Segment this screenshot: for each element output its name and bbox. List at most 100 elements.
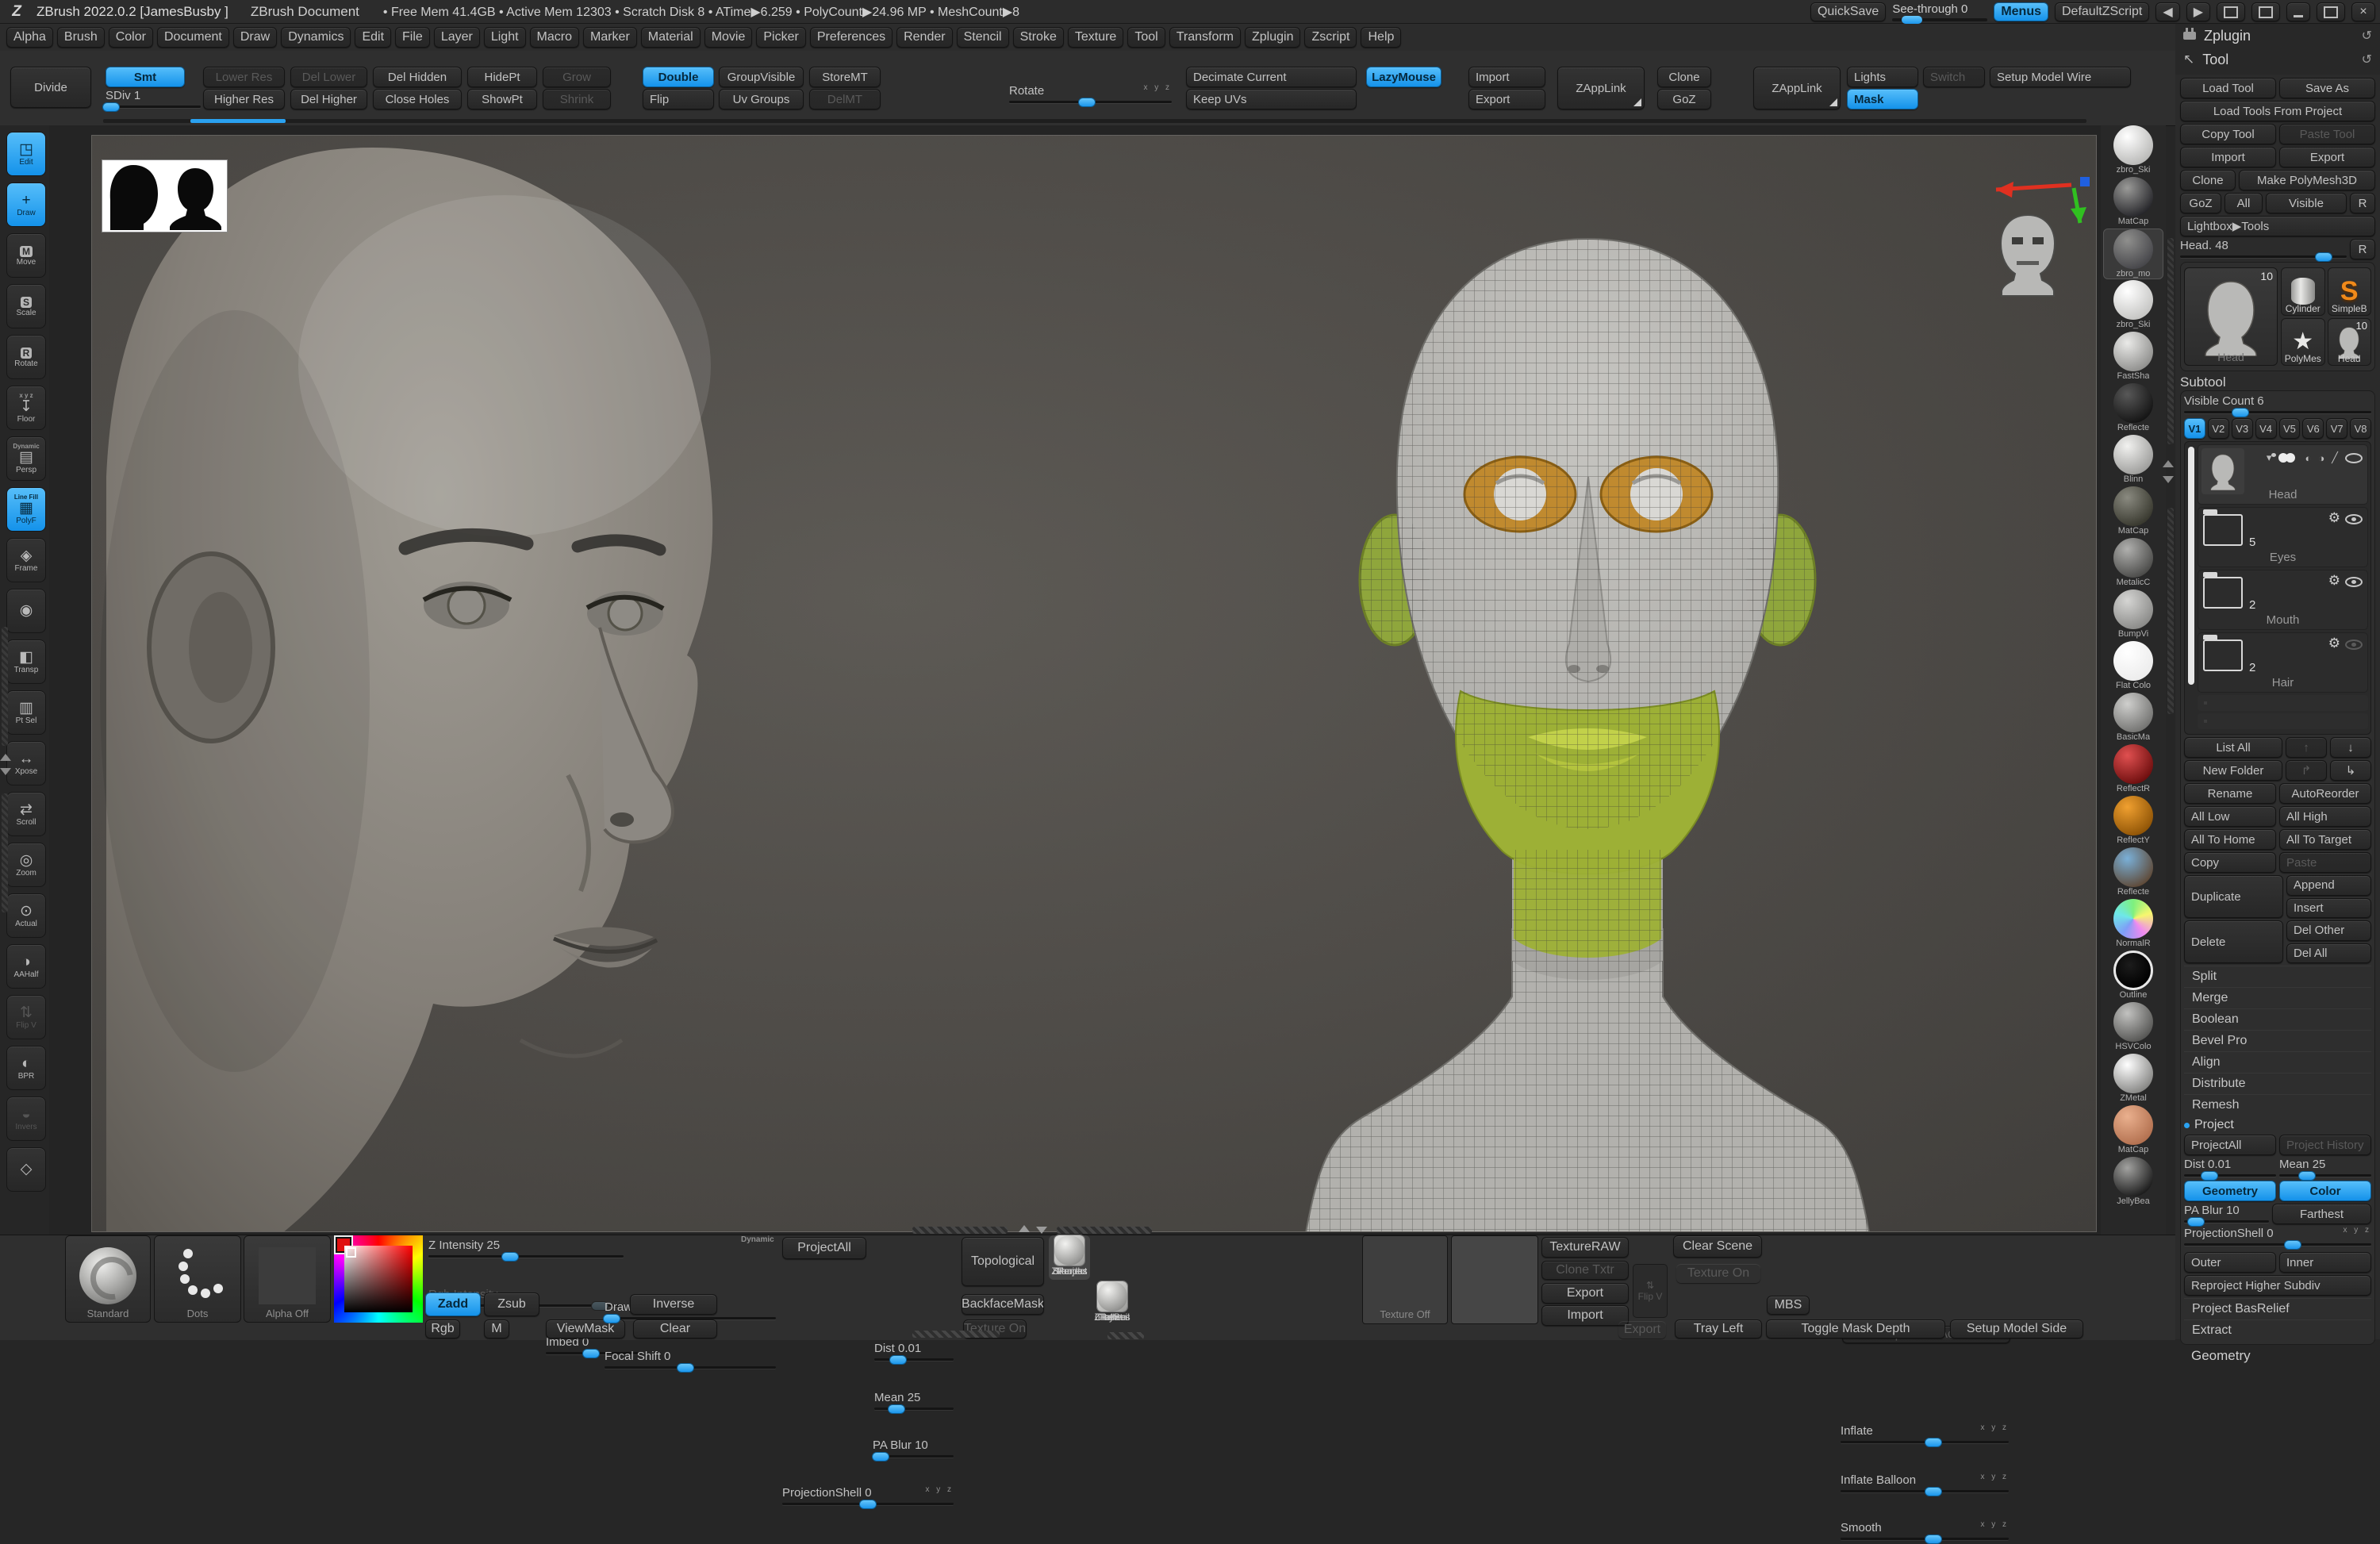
color-picker[interactable]: [334, 1235, 423, 1323]
right-divider-handle[interactable]: [2167, 508, 2174, 714]
paste-subtool-button[interactable]: Paste: [2279, 852, 2371, 873]
material-swatch[interactable]: BumpVi: [2103, 590, 2163, 640]
sdiv-slider[interactable]: SDiv 1: [102, 89, 201, 112]
left-shelf-tool[interactable]: Dynamic ▤ Persp: [6, 436, 46, 481]
left-shelf-tool[interactable]: ◑ AAHalf: [6, 944, 46, 989]
new-folder-button[interactable]: New Folder: [2184, 760, 2282, 781]
all-low-button[interactable]: All Low: [2184, 806, 2276, 827]
gear-icon[interactable]: ⚙: [2328, 510, 2340, 526]
divider-arrow-icon[interactable]: [0, 768, 11, 775]
uv-groups-button[interactable]: Uv Groups: [719, 89, 804, 109]
export-tool-button[interactable]: Export: [2279, 147, 2375, 167]
clone-button[interactable]: Clone: [1657, 67, 1711, 87]
zapplink-button-2[interactable]: ZAppLink: [1753, 67, 1841, 109]
menu-item[interactable]: Transform: [1169, 27, 1241, 48]
mask-toggle[interactable]: Mask: [1847, 89, 1918, 109]
import-button[interactable]: Import: [1468, 67, 1545, 87]
subtool-collapsed-section[interactable]: Merge: [2184, 987, 2371, 1008]
current-tool-thumbnail[interactable]: 10 Head: [2184, 267, 2278, 366]
zapplink-button[interactable]: ZAppLink: [1557, 67, 1645, 109]
material-swatch[interactable]: zbro_Ski: [2103, 280, 2163, 331]
menu-item[interactable]: Color: [108, 27, 153, 48]
decimate-current-button[interactable]: Decimate Current: [1186, 67, 1357, 87]
all-high-button[interactable]: All High: [2279, 806, 2371, 827]
recent-tool-thumbnail[interactable]: S ★ PolyMes: [2281, 317, 2325, 366]
material-swatch[interactable]: BasicMa: [2103, 693, 2163, 743]
reset-icon[interactable]: ↺: [2362, 28, 2372, 44]
menu-item[interactable]: Marker: [583, 27, 637, 48]
menus-toggle-button[interactable]: Menus: [1994, 2, 2048, 21]
export-disabled-button[interactable]: Export: [1618, 1321, 1666, 1339]
del-all-button[interactable]: Del All: [2286, 943, 2371, 963]
del-other-button[interactable]: Del Other: [2286, 920, 2371, 941]
material-swatch[interactable]: MatCap: [2103, 177, 2163, 228]
material-swatch[interactable]: MatCap: [2103, 1105, 2163, 1156]
gear-icon[interactable]: ⚙: [2328, 636, 2340, 651]
scroll-up-icon[interactable]: [1019, 1225, 1030, 1232]
zplugin-palette-header[interactable]: Zplugin ↺: [2175, 24, 2380, 48]
goz-visible-button[interactable]: Visible: [2266, 193, 2347, 213]
project-basrelief-row[interactable]: Project BasRelief: [2184, 1298, 2371, 1319]
menu-item[interactable]: Layer: [433, 27, 480, 48]
canvas-hscrollbar[interactable]: [912, 1227, 1008, 1234]
subtool-view-tab[interactable]: V4: [2255, 418, 2277, 439]
close-button[interactable]: ×: [2351, 2, 2375, 21]
copy-tool-button[interactable]: Copy Tool: [2180, 124, 2276, 144]
left-shelf-tool[interactable]: ◒ Invers: [6, 1097, 46, 1141]
material-swatch[interactable]: HSVColo: [2103, 1002, 2163, 1053]
see-through-slider[interactable]: See-through 0: [1892, 2, 1988, 24]
menu-item[interactable]: Zscript: [1304, 27, 1357, 48]
paste-tool-button[interactable]: Paste Tool: [2279, 124, 2375, 144]
scroll-down-icon[interactable]: [1036, 1227, 1047, 1234]
move-down-button[interactable]: ↓: [2330, 737, 2371, 758]
subtool-collapsed-section[interactable]: Align: [2184, 1051, 2371, 1073]
left-shelf-tool[interactable]: + Draw: [6, 182, 46, 227]
subtool-collapsed-section[interactable]: Boolean: [2184, 1008, 2371, 1030]
storemt-button[interactable]: StoreMT: [809, 67, 881, 87]
left-shelf-tool[interactable]: ◧ Transp: [6, 639, 46, 684]
grow-button[interactable]: Grow: [543, 67, 611, 87]
flip-button[interactable]: Flip: [643, 89, 714, 109]
move-out-button[interactable]: ↱: [2286, 760, 2327, 781]
material-swatch[interactable]: NormalR: [2103, 899, 2163, 950]
subtool-view-tab[interactable]: V5: [2278, 418, 2301, 439]
setup-model-wire-button[interactable]: Setup Model Wire: [1990, 67, 2131, 87]
menu-item[interactable]: Zplugin: [1245, 27, 1301, 48]
shelf-hscrollbar[interactable]: [1107, 1332, 1144, 1339]
left-shelf-tool[interactable]: ⇅ Flip V: [6, 995, 46, 1039]
dock-left-icon[interactable]: [2217, 2, 2245, 21]
dock-right-icon[interactable]: [2251, 2, 2280, 21]
showpt-button[interactable]: ShowPt: [467, 89, 537, 109]
rotate-slider[interactable]: Rotate x y z: [1009, 83, 1172, 107]
material-swatch[interactable]: Blinn: [2103, 435, 2163, 486]
zadd-toggle[interactable]: Zadd: [425, 1292, 481, 1316]
left-shelf-tool[interactable]: ◳ Edit: [6, 132, 46, 176]
zsub-toggle[interactable]: Zsub: [484, 1292, 539, 1316]
import-tool-button[interactable]: Import: [2180, 147, 2276, 167]
shrink-button[interactable]: Shrink: [543, 89, 611, 109]
recent-tool-thumbnail[interactable]: S ★ SimpleB: [2327, 267, 2371, 316]
material-swatch[interactable]: Reflecte: [2103, 383, 2163, 434]
left-divider-handle[interactable]: [2, 793, 8, 912]
mask-inverse-button[interactable]: Inverse: [630, 1294, 717, 1315]
left-shelf-tool[interactable]: ▥ Pt Sel: [6, 690, 46, 735]
export-button[interactable]: Export: [1468, 89, 1545, 109]
pa-blur-slider[interactable]: PA Blur 10: [872, 1438, 954, 1461]
focal-shift-slider[interactable]: Focal Shift 0: [605, 1350, 776, 1373]
subtool-item-head[interactable]: ▾ ◐ ◑ ╱ Head: [2198, 444, 2368, 505]
switch-button[interactable]: Switch: [1923, 67, 1985, 87]
goz-tool-button[interactable]: GoZ: [2180, 193, 2221, 213]
mask-clear-button[interactable]: Clear: [633, 1319, 717, 1339]
make-polymesh3d-button[interactable]: Make PolyMesh3D: [2239, 170, 2375, 190]
menu-item[interactable]: Alpha: [6, 27, 53, 48]
subtool-collapsed-section[interactable]: Bevel Pro: [2184, 1030, 2371, 1051]
recent-tool-thumbnail[interactable]: S ★ Cylinder: [2281, 267, 2325, 316]
left-divider-handle[interactable]: [2, 627, 8, 746]
restore-button[interactable]: [2317, 2, 2345, 21]
left-shelf-tool[interactable]: ◐ BPR: [6, 1046, 46, 1090]
copy-subtool-button[interactable]: Copy: [2184, 852, 2276, 873]
shelf-hscrollbar[interactable]: [912, 1331, 1000, 1338]
texture-import-button[interactable]: Import: [1541, 1305, 1629, 1326]
double-toggle[interactable]: Double: [643, 67, 714, 87]
project-history-button[interactable]: Project History: [2279, 1135, 2371, 1155]
